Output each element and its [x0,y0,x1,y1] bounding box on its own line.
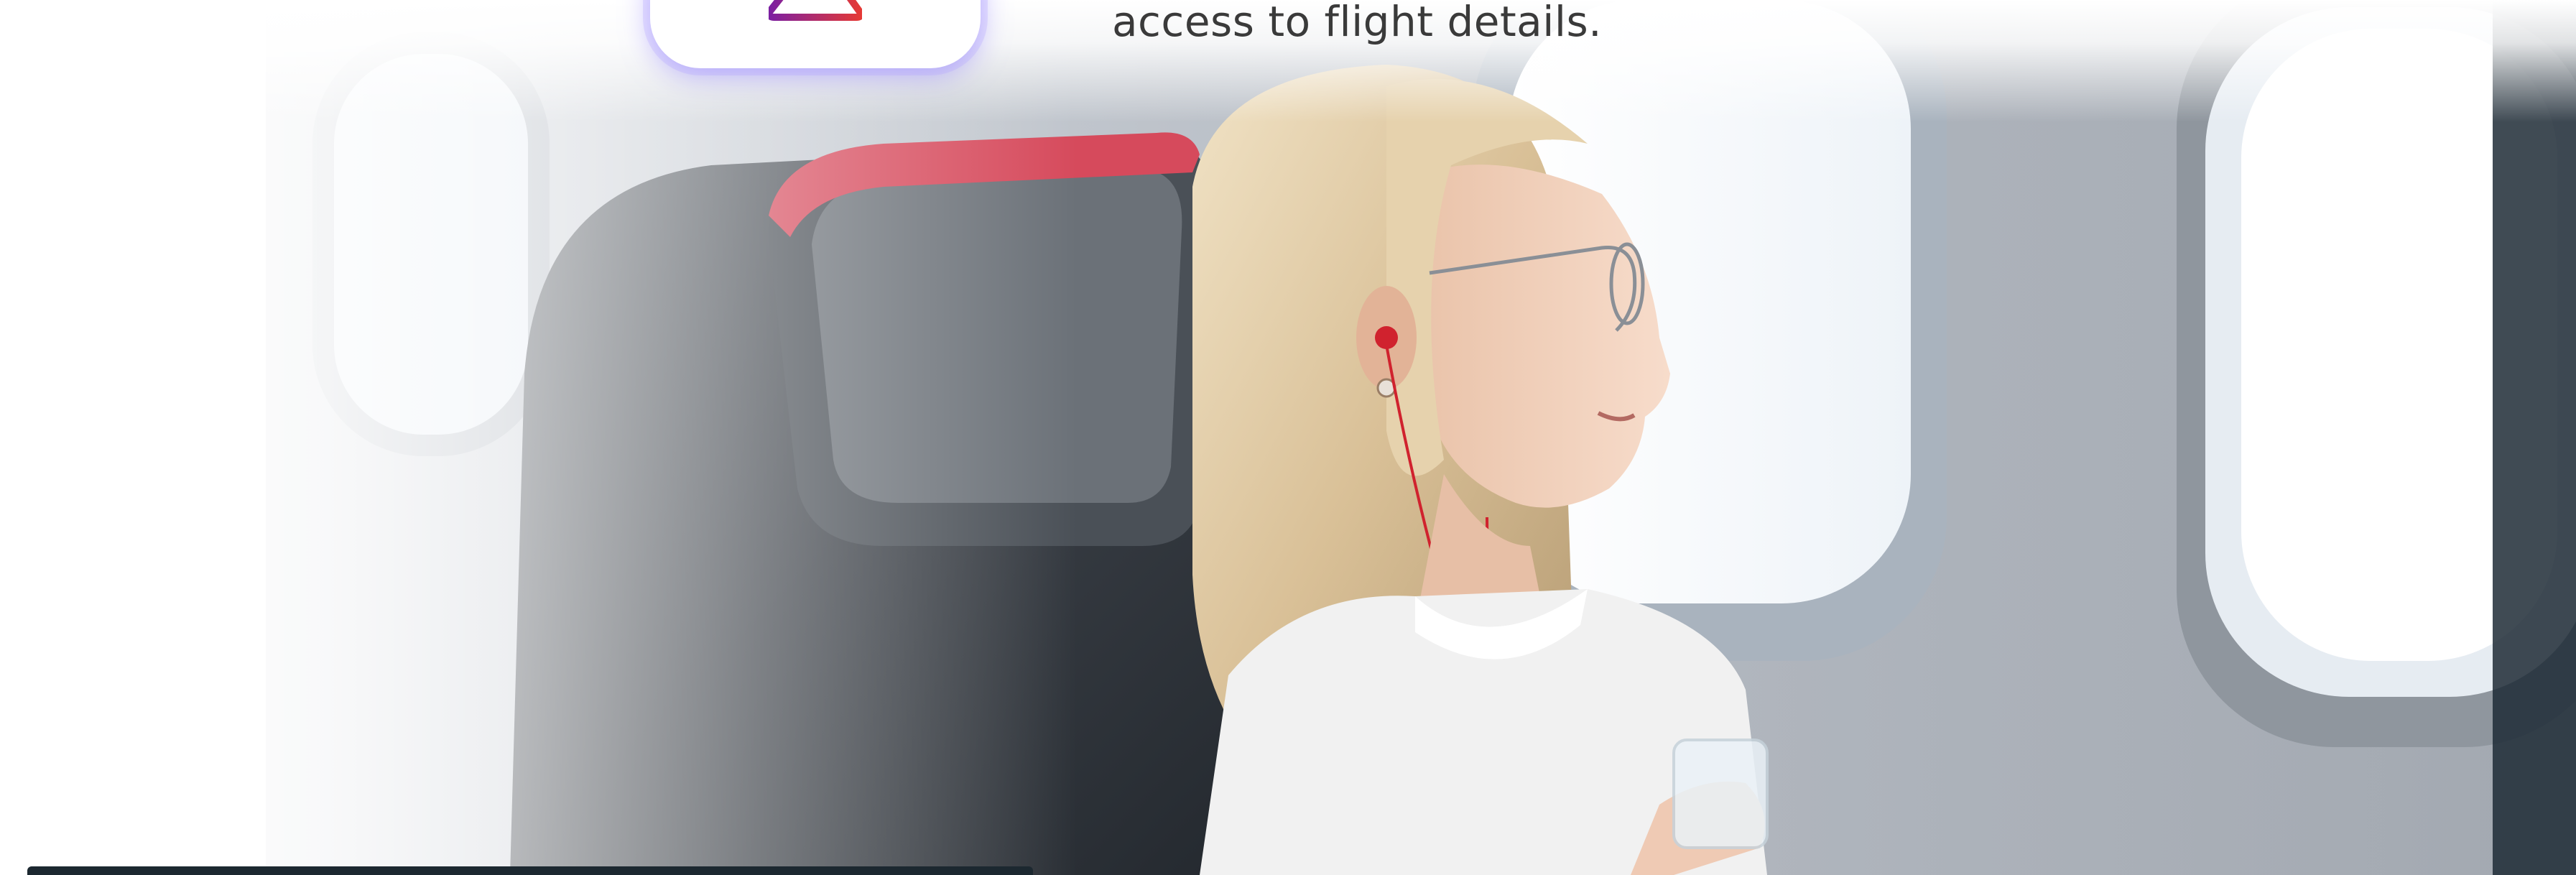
airline-app-icon [769,0,862,21]
app-icon-tile [650,0,981,68]
cabin-scene [266,0,2576,875]
next-section-edge [27,866,1033,875]
promo-section: access to flight details. [0,0,2576,875]
feature-caption: access to flight details. [1112,0,1603,46]
hero-photo [266,0,2576,875]
